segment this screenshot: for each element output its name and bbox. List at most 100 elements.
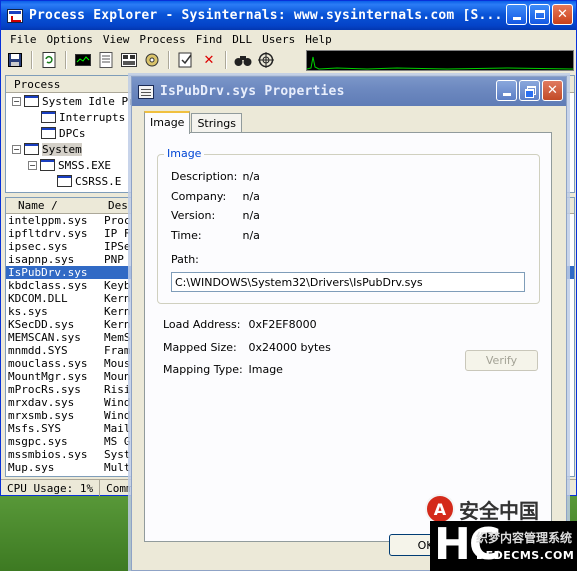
dll-name: msgpc.sys	[8, 435, 68, 448]
image-group: Image Description: n/a Company: n/a Vers…	[157, 147, 540, 304]
mapped-size-label: Mapped Size:	[163, 341, 237, 354]
description-row: Description: n/a	[171, 170, 260, 183]
system-info-icon[interactable]	[73, 50, 93, 70]
collapse-icon[interactable]: −	[12, 96, 21, 106]
collapse-icon[interactable]: −	[28, 160, 37, 170]
kill-icon[interactable]: ✕	[199, 50, 219, 70]
dll-name: MEMSCAN.sys	[8, 331, 81, 344]
collapse-icon[interactable]: −	[12, 144, 21, 154]
close-icon: ✕	[557, 7, 568, 22]
dll-name: KSecDD.sys	[8, 318, 75, 331]
toolbar-separator	[168, 51, 170, 69]
process-name: SMSS.EXE	[58, 158, 111, 172]
dll-name: mssmbios.sys	[8, 448, 88, 461]
dll-name: mProcRs.sys	[8, 383, 81, 396]
restore-icon	[524, 86, 536, 98]
version-label: Version:	[171, 209, 216, 222]
maximize-button[interactable]	[529, 4, 550, 25]
dll-name: isapnp.sys	[8, 253, 75, 266]
main-titlebar[interactable]: Process Explorer - Sysinternals: www.sys…	[1, 1, 576, 30]
toolbar-separator	[225, 51, 227, 69]
process-explorer-icon	[7, 8, 23, 23]
maximize-icon	[534, 10, 545, 19]
menu-bar: File Options View Process Find DLL Users…	[1, 30, 576, 48]
dll-name: mrxdav.sys	[8, 396, 75, 409]
menu-help[interactable]: Help	[300, 33, 337, 46]
gear-icon[interactable]	[142, 50, 162, 70]
toolbar-separator	[65, 51, 67, 69]
dll-name: KDCOM.DLL	[8, 292, 68, 305]
save-icon[interactable]	[5, 50, 25, 70]
dll-view-icon[interactable]	[119, 50, 139, 70]
version-value: n/a	[242, 209, 260, 222]
dll-name: ipsec.sys	[8, 240, 68, 253]
dialog-minimize-button[interactable]	[496, 80, 517, 101]
minimize-button[interactable]	[506, 4, 527, 25]
dll-name: ipfltdrv.sys	[8, 227, 88, 240]
dll-name: ks.sys	[8, 305, 48, 318]
check-icon[interactable]	[176, 50, 196, 70]
cpu-usage-status: CPU Usage: 1%	[1, 480, 101, 496]
menu-find[interactable]: Find	[191, 33, 228, 46]
name-column-header[interactable]: Name /	[6, 199, 104, 212]
process-name: DPCs	[59, 126, 86, 140]
company-value: n/a	[242, 190, 260, 203]
toolbar-separator	[31, 51, 33, 69]
mapping-type-label: Mapping Type:	[163, 363, 243, 376]
path-label: Path:	[171, 253, 199, 266]
dialog-restore-button[interactable]	[519, 80, 540, 101]
description-label: Description:	[171, 170, 238, 183]
menu-view[interactable]: View	[98, 33, 135, 46]
menu-options[interactable]: Options	[42, 33, 98, 46]
dll-name: Msfs.SYS	[8, 422, 61, 435]
time-row: Time: n/a	[171, 229, 260, 242]
menu-dll[interactable]: DLL	[227, 33, 257, 46]
find-icon[interactable]	[233, 50, 253, 70]
dialog-titlebar[interactable]: IsPubDrv.sys Properties ✕	[132, 77, 566, 106]
mapping-type-row: Mapping Type: Image	[163, 363, 283, 376]
dll-name: MountMgr.sys	[8, 370, 88, 383]
minimize-icon	[512, 17, 521, 20]
time-value: n/a	[242, 229, 260, 242]
mapped-size-value: 0x24000 bytes	[248, 341, 331, 354]
dialog-title: IsPubDrv.sys Properties	[160, 84, 345, 99]
menu-file[interactable]: File	[5, 33, 42, 46]
load-address-row: Load Address: 0xF2EF8000	[163, 318, 317, 331]
company-label: Company:	[171, 190, 227, 203]
process-name: CSRSS.E	[75, 174, 122, 188]
description-column-header[interactable]: Des	[104, 199, 128, 212]
main-window-title: Process Explorer - Sysinternals: www.sys…	[29, 8, 503, 23]
properties-icon[interactable]	[96, 50, 116, 70]
dialog-tabs: Image Strings	[144, 111, 243, 134]
refresh-icon[interactable]	[39, 50, 59, 70]
dll-name: intelppm.sys	[8, 214, 88, 227]
verify-button[interactable]: Verify	[465, 350, 538, 371]
load-address-label: Load Address:	[163, 318, 241, 331]
driver-file-icon	[138, 84, 154, 99]
dll-name: kbdclass.sys	[8, 279, 88, 292]
dialog-close-button[interactable]: ✕	[542, 80, 563, 101]
time-label: Time:	[171, 229, 202, 242]
close-button[interactable]: ✕	[552, 4, 573, 25]
cpu-usage-graph	[306, 50, 574, 71]
close-icon: ✕	[547, 83, 558, 98]
watermark-badge-icon: A	[425, 494, 455, 524]
watermark-logo: HC 织梦内容管理系统 DEDECMS.COM	[430, 521, 577, 571]
process-icon	[57, 175, 72, 187]
process-icon	[41, 111, 56, 123]
menu-users[interactable]: Users	[257, 33, 300, 46]
process-icon	[24, 143, 39, 155]
minimize-icon	[502, 93, 511, 96]
tab-strings[interactable]: Strings	[191, 113, 243, 133]
process-icon	[24, 95, 39, 107]
tab-image[interactable]: Image	[144, 111, 191, 134]
watermark-url: DEDECMS.COM	[476, 549, 575, 562]
mapping-type-value: Image	[248, 363, 283, 376]
description-value: n/a	[242, 170, 260, 183]
path-field[interactable]: C:\WINDOWS\System32\Drivers\IsPubDrv.sys	[171, 272, 525, 292]
target-icon[interactable]	[256, 50, 276, 70]
menu-process[interactable]: Process	[134, 33, 190, 46]
process-icon	[41, 127, 56, 139]
process-name: Interrupts	[59, 110, 126, 124]
dll-name: mrxsmb.sys	[8, 409, 75, 422]
